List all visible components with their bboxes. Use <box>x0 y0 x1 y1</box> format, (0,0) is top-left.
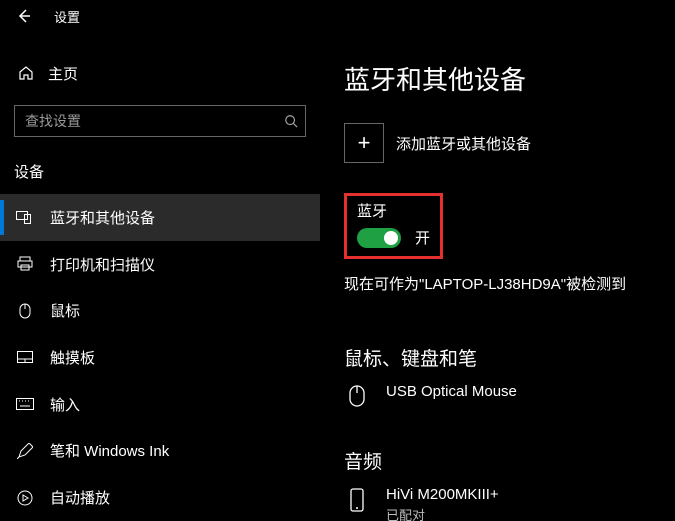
sidebar-item-label: 蓝牙和其他设备 <box>50 207 155 228</box>
page-title: 蓝牙和其他设备 <box>344 60 675 97</box>
bluetooth-highlight: 蓝牙 开 <box>344 193 443 259</box>
sidebar-group-header: 设备 <box>14 161 320 182</box>
sidebar-home[interactable]: 主页 <box>0 54 320 93</box>
section-heading-mouse: 鼠标、键盘和笔 <box>344 344 675 371</box>
devices-icon <box>14 210 36 224</box>
search-icon <box>284 114 298 128</box>
sidebar-item-label: 自动播放 <box>50 487 110 508</box>
sidebar-item-typing[interactable]: 输入 <box>0 381 320 428</box>
sidebar-item-printers[interactable]: 打印机和扫描仪 <box>0 241 320 288</box>
sidebar-item-autoplay[interactable]: 自动播放 <box>0 474 320 521</box>
sidebar-item-touchpad[interactable]: 触摸板 <box>0 334 320 381</box>
add-device-label: 添加蓝牙或其他设备 <box>396 133 531 154</box>
plus-icon: + <box>344 123 384 163</box>
device-name: HiVi M200MKIII+ <box>386 486 499 503</box>
speaker-device-icon <box>344 486 370 512</box>
main-panel: 蓝牙和其他设备 + 添加蓝牙或其他设备 蓝牙 开 现在可作为"LAPTOP-LJ… <box>320 32 675 521</box>
sidebar-item-label: 输入 <box>50 394 80 415</box>
bluetooth-toggle[interactable] <box>357 228 401 248</box>
bluetooth-heading: 蓝牙 <box>357 200 430 221</box>
window-title: 设置 <box>54 7 80 26</box>
mouse-icon <box>14 303 36 319</box>
autoplay-icon <box>14 490 36 506</box>
sidebar-item-label: 笔和 Windows Ink <box>50 440 169 461</box>
sidebar-item-pen[interactable]: 笔和 Windows Ink <box>0 428 320 475</box>
sidebar-item-mouse[interactable]: 鼠标 <box>0 287 320 334</box>
sidebar-item-label: 触摸板 <box>50 347 95 368</box>
keyboard-icon <box>14 398 36 410</box>
discoverable-text: 现在可作为"LAPTOP-LJ38HD9A"被检测到 <box>344 273 675 294</box>
device-row-audio[interactable]: HiVi M200MKIII+ 已配对 <box>344 486 675 521</box>
home-icon <box>16 65 36 81</box>
mouse-icon <box>344 383 370 407</box>
sidebar-item-bluetooth[interactable]: 蓝牙和其他设备 <box>0 194 320 241</box>
device-status: 已配对 <box>386 505 499 521</box>
device-name: USB Optical Mouse <box>386 383 517 400</box>
printer-icon <box>14 256 36 272</box>
touchpad-icon <box>14 351 36 363</box>
sidebar-item-label: 打印机和扫描仪 <box>50 254 155 275</box>
device-row-mouse[interactable]: USB Optical Mouse <box>344 383 675 407</box>
section-heading-audio: 音频 <box>344 447 675 474</box>
back-button[interactable] <box>8 0 40 32</box>
sidebar-home-label: 主页 <box>48 63 78 84</box>
sidebar-item-label: 鼠标 <box>50 300 80 321</box>
sidebar: 主页 设备 蓝牙和其他设备 打印机和扫描仪 鼠标 <box>0 32 320 521</box>
search-input[interactable] <box>14 105 306 137</box>
pen-icon <box>14 443 36 459</box>
bluetooth-toggle-label: 开 <box>415 227 430 248</box>
add-device-button[interactable]: + 添加蓝牙或其他设备 <box>344 123 675 163</box>
